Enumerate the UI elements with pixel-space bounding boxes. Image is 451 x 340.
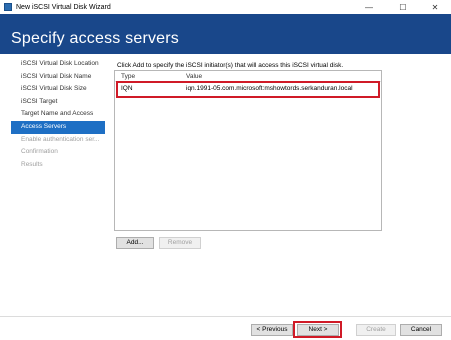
create-button: Create [356, 324, 396, 336]
step-results: Results [21, 160, 43, 168]
step-iscsi-virtual-disk-size[interactable]: iSCSI Virtual Disk Size [11, 83, 105, 96]
minimize-icon[interactable]: — [355, 0, 383, 14]
add-button[interactable]: Add... [116, 237, 154, 249]
close-icon[interactable]: ✕ [421, 0, 449, 14]
previous-button[interactable]: < Previous [251, 324, 293, 336]
cancel-button[interactable]: Cancel [400, 324, 442, 336]
page-title: Specify access servers [11, 30, 180, 47]
highlight-annotation [116, 81, 380, 98]
wizard-steps-sidebar: iSCSI Virtual Disk Location iSCSI Virtua… [11, 58, 105, 171]
step-confirmation: Confirmation [21, 148, 58, 156]
step-access-servers[interactable]: Access Servers [11, 120, 105, 134]
column-header-value[interactable]: Value [186, 73, 202, 80]
step-enable-authentication: Enable authentication ser... [21, 135, 100, 143]
window-title: New iSCSI Virtual Disk Wizard [16, 3, 111, 11]
step-iscsi-virtual-disk-location[interactable]: iSCSI Virtual Disk Location [11, 58, 105, 71]
remove-button: Remove [159, 237, 201, 249]
step-iscsi-target[interactable]: iSCSI Target [11, 96, 105, 109]
step-iscsi-virtual-disk-name[interactable]: iSCSI Virtual Disk Name [11, 71, 105, 84]
next-highlight-annotation [293, 321, 342, 338]
column-header-type[interactable]: Type [121, 73, 135, 80]
step-target-name-and-access[interactable]: Target Name and Access [11, 108, 105, 121]
wizard-app-icon [4, 3, 12, 11]
footer-divider [0, 316, 451, 317]
maximize-icon[interactable]: ☐ [389, 0, 417, 14]
wizard-header: Specify access servers [0, 14, 451, 54]
instruction-text: Click Add to specify the iSCSI initiator… [117, 62, 344, 69]
title-bar: New iSCSI Virtual Disk Wizard [0, 0, 451, 14]
